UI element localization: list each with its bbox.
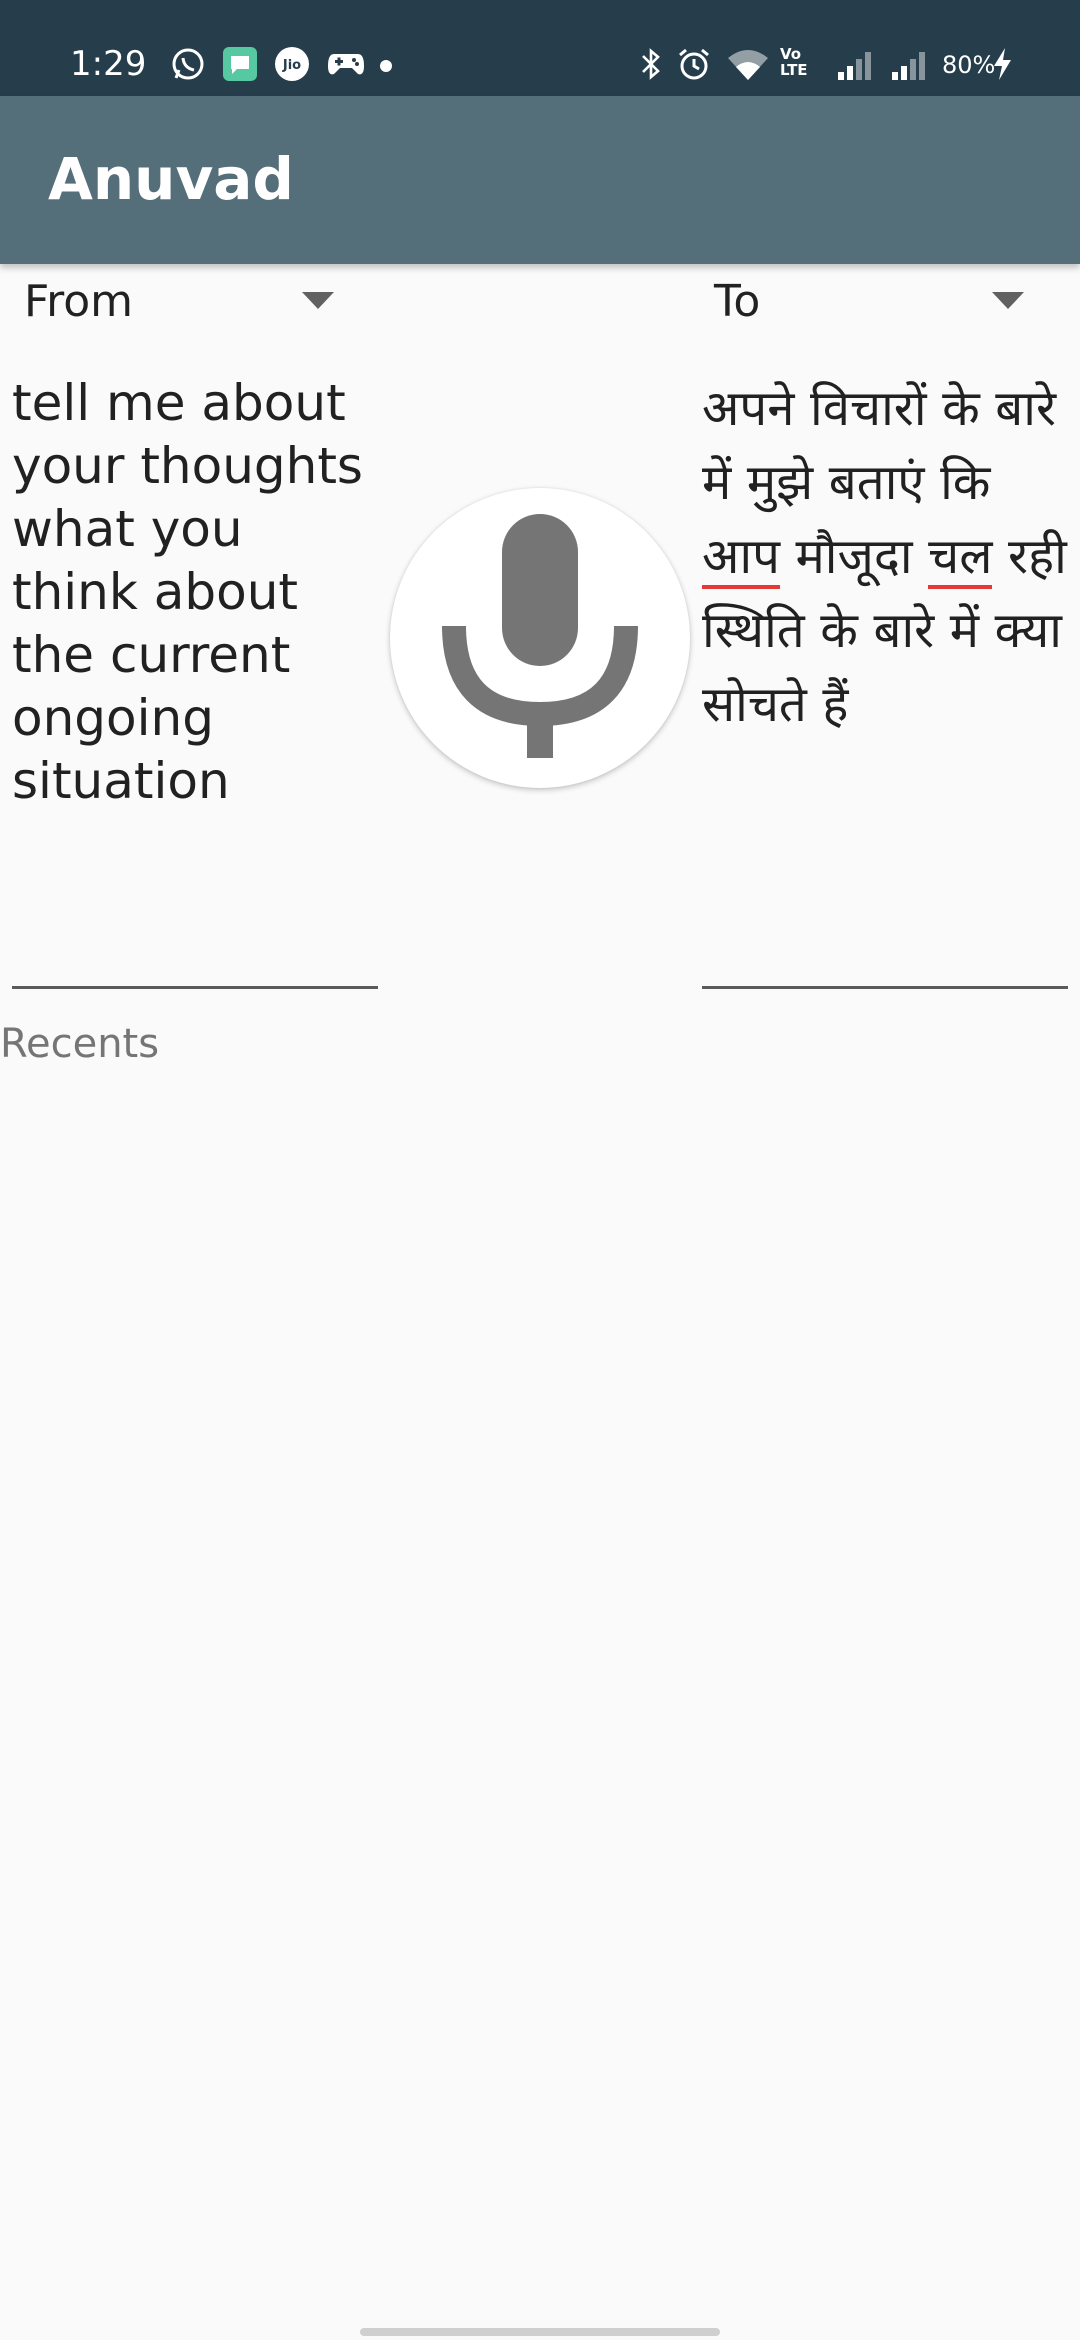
mic-button[interactable] <box>390 488 690 788</box>
bluetooth-icon <box>642 48 660 80</box>
battery-charging-icon <box>994 48 1011 80</box>
whatsapp-icon <box>172 48 204 80</box>
microphone-icon <box>442 514 638 758</box>
translation-text: अपने विचारों के बारे में मुझे बताएं कि <box>702 380 1057 511</box>
alarm-icon <box>679 48 709 80</box>
messages-icon <box>223 47 257 81</box>
jio-icon: Jio <box>275 47 309 81</box>
app-title: Anuvad <box>48 145 294 213</box>
translation-field-underline <box>702 986 1068 989</box>
battery-percent: 80% <box>942 51 996 79</box>
source-text-field[interactable]: tell me about your thoughts what you thi… <box>12 372 382 813</box>
game-controller-icon <box>328 54 364 75</box>
status-time: 1:29 <box>70 44 147 84</box>
from-language-spinner[interactable]: From <box>24 270 344 334</box>
wifi-icon <box>728 50 768 80</box>
to-label: To <box>714 276 761 327</box>
volte-icon: Vo LTE <box>780 46 826 86</box>
recents-header: Recents <box>0 1021 160 1067</box>
translation-text: मौजूदा <box>779 528 929 585</box>
spell-flagged-word: चल <box>928 528 993 589</box>
status-bar: 1:29 Jio Vo LTE 80% <box>0 0 1080 96</box>
signal-icon <box>892 52 925 80</box>
app-bar: Anuvad <box>0 96 1080 264</box>
spell-flagged-word: आप <box>702 528 780 589</box>
volte-bottom: LTE <box>780 61 808 79</box>
from-label: From <box>24 276 134 327</box>
recents-list <box>0 1080 1080 2300</box>
dropdown-arrow-icon <box>992 292 1024 309</box>
svg-text:Jio: Jio <box>282 58 301 73</box>
translation-text-field[interactable]: अपने विचारों के बारे में मुझे बताएं कि आ… <box>702 372 1067 742</box>
dropdown-arrow-icon <box>302 292 334 309</box>
volte-top: Vo <box>780 45 802 63</box>
source-field-underline <box>12 986 378 989</box>
gesture-nav-handle[interactable] <box>360 2328 720 2336</box>
to-language-spinner[interactable]: To <box>714 270 1034 334</box>
signal-icon <box>838 52 871 80</box>
dot-icon <box>380 60 392 72</box>
